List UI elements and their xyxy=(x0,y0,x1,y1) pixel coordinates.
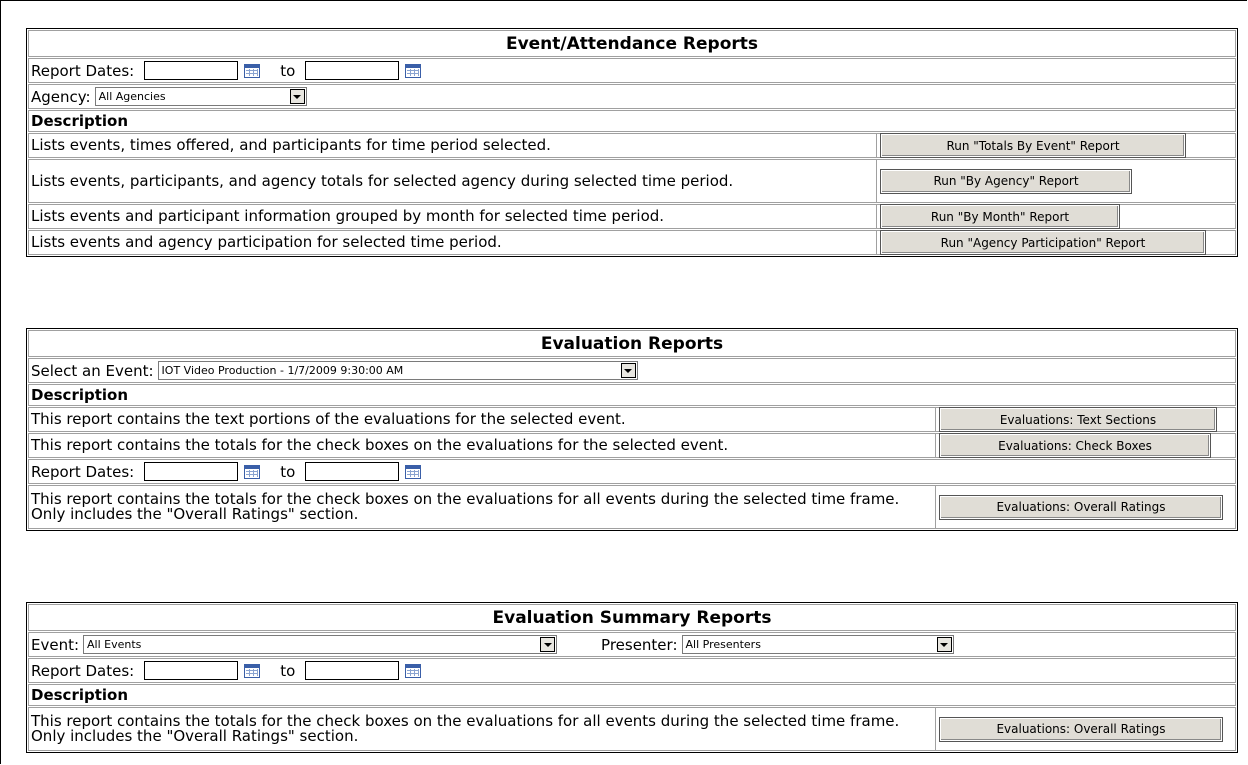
calendar-icon[interactable] xyxy=(405,63,422,78)
presenter-select[interactable]: All Presenters xyxy=(681,635,954,654)
description-header: Description xyxy=(28,384,1236,406)
report-description: Lists events, participants, and agency t… xyxy=(31,171,734,190)
end-date-input[interactable] xyxy=(305,462,400,481)
start-date-input[interactable] xyxy=(144,462,239,481)
evaluations-text-sections-button[interactable]: Evaluations: Text Sections xyxy=(939,407,1217,432)
section-title: Event/Attendance Reports xyxy=(28,30,1236,57)
agency-select-value: All Agencies xyxy=(98,90,166,103)
report-dates-row: Report Dates: to xyxy=(28,459,1236,484)
report-dates-label: Report Dates: xyxy=(31,661,135,680)
report-dates-row: Report Dates: to xyxy=(28,658,1236,683)
report-description: Lists events and participant information… xyxy=(31,207,665,225)
calendar-icon[interactable] xyxy=(244,63,261,78)
report-row: This report contains the totals for the … xyxy=(28,707,1236,751)
report-row: Lists events and participant information… xyxy=(28,204,1236,229)
agency-select[interactable]: All Agencies xyxy=(94,87,307,106)
report-row: This report contains the text portions o… xyxy=(28,407,1236,432)
section-title: Evaluation Summary Reports xyxy=(28,604,1236,631)
start-date-input[interactable] xyxy=(144,661,239,680)
report-dates-row: Report Dates: to xyxy=(28,58,1236,83)
run-by-agency-button[interactable]: Run "By Agency" Report xyxy=(880,168,1132,194)
run-agency-participation-button[interactable]: Run "Agency Participation" Report xyxy=(880,230,1206,255)
evaluation-section: Evaluation Reports Select an Event: IOT … xyxy=(26,328,1238,531)
report-row: Lists events and agency participation fo… xyxy=(28,230,1236,255)
event-select[interactable]: IOT Video Production - 1/7/2009 9:30:00 … xyxy=(157,361,638,380)
report-row: Lists events, participants, and agency t… xyxy=(28,159,1236,203)
chevron-down-icon[interactable] xyxy=(540,637,556,652)
event-attendance-section: Event/Attendance Reports Report Dates: t… xyxy=(26,28,1238,257)
event-select[interactable]: All Events xyxy=(83,635,558,654)
report-dates-label: Report Dates: xyxy=(31,61,135,80)
select-event-row: Select an Event: IOT Video Production - … xyxy=(28,358,1236,383)
run-by-month-button[interactable]: Run "By Month" Report xyxy=(880,204,1120,229)
evaluation-summary-section: Evaluation Summary Reports Event: All Ev… xyxy=(26,602,1238,753)
end-date-input[interactable] xyxy=(305,61,400,80)
to-label: to xyxy=(280,661,296,680)
event-select-value: All Events xyxy=(87,638,142,651)
description-header: Description xyxy=(28,110,1236,132)
report-description: This report contains the text portions o… xyxy=(31,410,626,428)
chevron-down-icon[interactable] xyxy=(620,363,636,378)
report-description: This report contains the totals for the … xyxy=(31,436,729,454)
start-date-input[interactable] xyxy=(144,61,239,80)
calendar-icon[interactable] xyxy=(244,663,261,678)
to-label: to xyxy=(280,61,296,80)
report-row: This report contains the totals for the … xyxy=(28,485,1236,529)
agency-label: Agency: xyxy=(31,87,91,106)
presenter-select-value: All Presenters xyxy=(685,638,761,651)
report-description: Lists events and agency participation fo… xyxy=(31,233,502,251)
calendar-icon[interactable] xyxy=(405,663,422,678)
select-event-label: Select an Event: xyxy=(31,361,154,380)
description-header: Description xyxy=(28,684,1236,706)
end-date-input[interactable] xyxy=(305,661,400,680)
chevron-down-icon[interactable] xyxy=(289,89,305,104)
report-description: This report contains the totals for the … xyxy=(31,712,900,745)
event-label: Event: xyxy=(31,635,80,654)
chevron-down-icon[interactable] xyxy=(936,637,952,652)
calendar-icon[interactable] xyxy=(405,464,422,479)
event-select-value: IOT Video Production - 1/7/2009 9:30:00 … xyxy=(161,364,404,377)
section-title: Evaluation Reports xyxy=(28,330,1236,357)
evaluations-overall-ratings-button[interactable]: Evaluations: Overall Ratings xyxy=(939,494,1223,520)
presenter-label: Presenter: xyxy=(601,635,678,654)
filter-row: Event: All Events Presenter: All Present… xyxy=(28,632,1236,657)
report-row: This report contains the totals for the … xyxy=(28,433,1236,458)
report-row: Lists events, times offered, and partici… xyxy=(28,133,1236,158)
report-dates-label: Report Dates: xyxy=(31,462,135,481)
report-description: Lists events, times offered, and partici… xyxy=(31,136,551,154)
agency-row: Agency: All Agencies xyxy=(28,84,1236,109)
run-totals-by-event-button[interactable]: Run "Totals By Event" Report xyxy=(880,133,1186,158)
report-description: This report contains the totals for the … xyxy=(31,490,900,523)
to-label: to xyxy=(280,462,296,481)
evaluations-check-boxes-button[interactable]: Evaluations: Check Boxes xyxy=(939,433,1211,458)
evaluations-overall-ratings-button[interactable]: Evaluations: Overall Ratings xyxy=(939,716,1223,742)
calendar-icon[interactable] xyxy=(244,464,261,479)
